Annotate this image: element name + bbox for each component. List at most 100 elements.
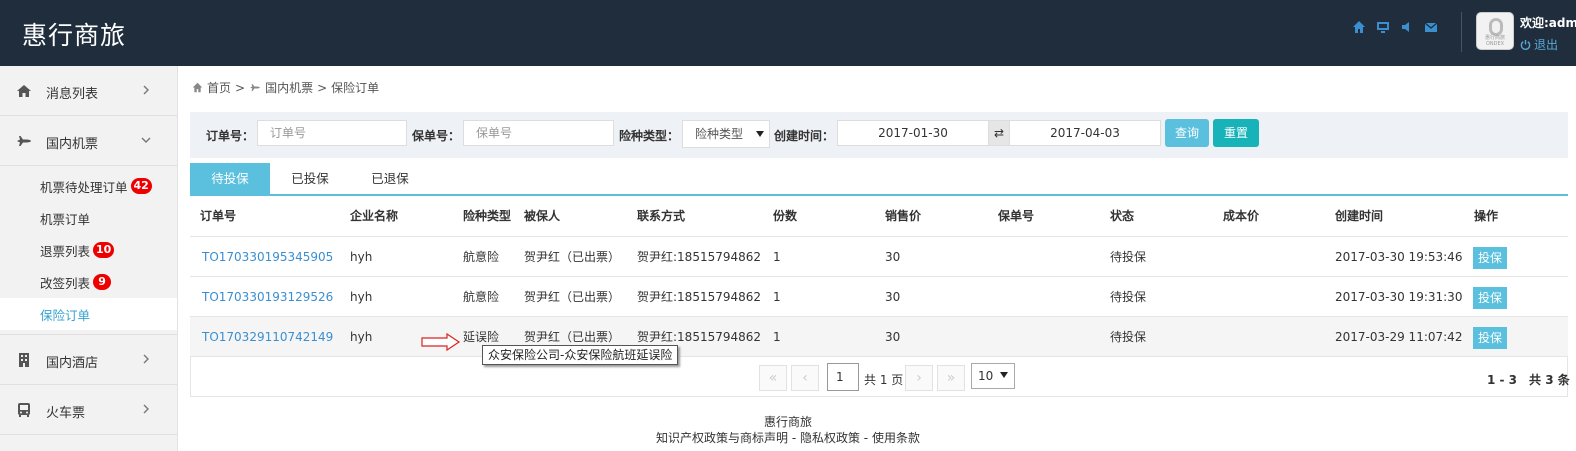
pagination: « ‹ 1 共 1 页 › » 10 1 - 3 共 3 条 bbox=[190, 357, 1570, 397]
sidebar-item-messages[interactable]: 消息列表 bbox=[0, 66, 177, 116]
sidebar-sublist: 机票待处理订单 42 机票订单 退票列表 10 改签列表 9 保险订单 bbox=[0, 166, 177, 335]
last-page-button[interactable]: » bbox=[937, 365, 965, 391]
order-number-input[interactable]: 订单号 bbox=[257, 120, 407, 146]
date-from-input[interactable]: 2017-01-30 bbox=[837, 120, 989, 146]
footer-links[interactable]: 知识产权政策与商标声明 - 隐私权政策 - 使用条款 bbox=[0, 430, 1576, 446]
tab-insured[interactable]: 已投保 bbox=[270, 163, 350, 194]
insured-cell: 贺尹红（已出票） bbox=[524, 290, 621, 304]
date-to-input[interactable]: 2017-04-03 bbox=[1009, 120, 1161, 146]
order-number-link[interactable]: TO170330193129526 bbox=[202, 277, 333, 317]
header-icons bbox=[1352, 20, 1438, 34]
created-cell: 2017-03-30 19:31:30 bbox=[1335, 290, 1463, 304]
subitem-label: 退票列表 bbox=[40, 243, 91, 259]
sidebar: 消息列表 国内机票 机票待处理订单 42 机票订单 退票列表 10 改签列表 9… bbox=[0, 66, 178, 451]
policy-number-input[interactable]: 保单号 bbox=[463, 120, 614, 146]
plane-icon bbox=[250, 84, 260, 91]
page-size-select[interactable]: 10 bbox=[971, 363, 1015, 389]
query-button[interactable]: 查询 bbox=[1165, 119, 1209, 147]
reset-button[interactable]: 重置 bbox=[1213, 119, 1259, 147]
table-row: TO170330193129526 hyh 航意险 贺尹红（已出票） 贺尹红:1… bbox=[190, 277, 1568, 317]
annotation-arrow-icon bbox=[421, 332, 461, 352]
count-badge: 10 bbox=[93, 242, 115, 258]
company-cell: hyh bbox=[350, 250, 373, 264]
prev-page-button[interactable]: ‹ bbox=[791, 365, 819, 391]
created-cell: 2017-03-30 19:53:46 bbox=[1335, 250, 1463, 264]
company-cell: hyh bbox=[350, 330, 373, 344]
sidebar-item-label: 国内酒店 bbox=[46, 356, 99, 371]
insurance-type-cell[interactable]: 航意险 bbox=[463, 237, 499, 277]
next-page-button[interactable]: › bbox=[905, 365, 933, 391]
quantity-cell: 1 bbox=[773, 290, 781, 304]
breadcrumb-home[interactable]: 首页 bbox=[207, 79, 231, 96]
insured-cell: 贺尹红（已出票） bbox=[524, 250, 621, 264]
footer: 惠行商旅 知识产权政策与商标声明 - 隐私权政策 - 使用条款 bbox=[0, 414, 1576, 446]
total-pages: 共 1 页 bbox=[864, 373, 904, 387]
company-cell: hyh bbox=[350, 290, 373, 304]
sidebar-subitem-insurance-orders[interactable]: 保险订单 bbox=[0, 298, 177, 330]
breadcrumb-separator: > bbox=[235, 80, 246, 95]
page-size-value: 10 bbox=[978, 369, 994, 383]
table-header: 订单号 企业名称 险种类型 被保人 联系方式 份数 销售价 保单号 状态 成本价… bbox=[190, 196, 1568, 237]
table-row: TO170329110742149 hyh 延误险 贺尹红（已出票） 贺尹红:1… bbox=[190, 317, 1568, 357]
desktop-icon[interactable] bbox=[1376, 20, 1390, 34]
status-cell: 待投保 bbox=[1110, 250, 1147, 264]
first-page-button[interactable]: « bbox=[759, 365, 787, 391]
sidebar-item-label: 国内机票 bbox=[46, 137, 99, 152]
record-range: 1 - 3 共 3 条 bbox=[1487, 373, 1570, 387]
insure-button[interactable]: 投保 bbox=[1473, 247, 1507, 269]
column-header: 企业名称 bbox=[350, 209, 399, 223]
chevron-down-icon bbox=[141, 137, 151, 143]
sidebar-item-domestic-flights[interactable]: 国内机票 bbox=[0, 116, 177, 166]
order-number-link[interactable]: TO170329110742149 bbox=[202, 317, 333, 357]
sidebar-item-domestic-hotels[interactable]: 国内酒店 bbox=[0, 335, 177, 385]
breadcrumb-current: 保险订单 bbox=[331, 81, 380, 95]
welcome-text: 欢迎:adm bbox=[1520, 16, 1576, 30]
status-tabs: 待投保 已投保 已退保 bbox=[190, 163, 1568, 196]
column-header: 保单号 bbox=[998, 209, 1035, 223]
status-cell: 待投保 bbox=[1110, 330, 1147, 344]
column-header: 成本价 bbox=[1223, 209, 1260, 223]
sidebar-subitem-refunds[interactable]: 退票列表 10 bbox=[0, 234, 177, 266]
volume-icon[interactable] bbox=[1400, 20, 1414, 34]
page-number-input[interactable]: 1 bbox=[827, 363, 859, 391]
column-header: 订单号 bbox=[200, 209, 237, 223]
sidebar-item-label: 消息列表 bbox=[46, 87, 99, 102]
count-badge: 42 bbox=[130, 178, 152, 194]
footer-company: 惠行商旅 bbox=[763, 415, 812, 429]
column-header: 被保人 bbox=[524, 209, 561, 223]
tab-cancelled[interactable]: 已退保 bbox=[350, 163, 430, 194]
column-header: 操作 bbox=[1474, 209, 1499, 223]
price-cell: 30 bbox=[885, 330, 901, 344]
quantity-cell: 1 bbox=[773, 330, 781, 344]
tab-pending[interactable]: 待投保 bbox=[190, 163, 270, 194]
avatar[interactable]: 惠行商旅ONDEX bbox=[1476, 12, 1514, 50]
insure-button[interactable]: 投保 bbox=[1473, 287, 1507, 309]
mail-icon[interactable] bbox=[1424, 20, 1438, 34]
breadcrumb-section[interactable]: 国内机票 bbox=[265, 79, 313, 96]
column-header: 销售价 bbox=[885, 209, 922, 223]
filter-bar: 订单号： 订单号 保单号： 保单号 险种类型： 险种类型 创建时间： 2017-… bbox=[190, 112, 1568, 158]
chevron-right-icon bbox=[143, 354, 149, 364]
price-cell: 30 bbox=[885, 250, 901, 264]
policy-number-label: 保单号： bbox=[412, 129, 461, 143]
subitem-label: 机票待处理订单 bbox=[40, 179, 128, 195]
insurance-type-select[interactable]: 险种类型 bbox=[682, 120, 770, 148]
order-number-label: 订单号： bbox=[206, 129, 255, 143]
insurance-type-label: 险种类型： bbox=[619, 129, 680, 143]
insure-button[interactable]: 投保 bbox=[1473, 327, 1507, 349]
building-icon bbox=[19, 353, 29, 367]
top-header: 惠行商旅 惠行商旅ONDEX 欢迎:adm 退出 bbox=[0, 0, 1576, 66]
contact-cell: 贺尹红:18515794862 bbox=[637, 250, 762, 264]
chevron-right-icon bbox=[143, 85, 149, 95]
logout-link[interactable]: 退出 bbox=[1520, 36, 1558, 53]
sidebar-subitem-pending-orders[interactable]: 机票待处理订单 42 bbox=[0, 170, 177, 202]
column-header: 联系方式 bbox=[637, 209, 686, 223]
sidebar-subitem-changes[interactable]: 改签列表 9 bbox=[0, 266, 177, 298]
brand-logo[interactable]: 惠行商旅 bbox=[22, 16, 126, 52]
order-number-link[interactable]: TO170330195345905 bbox=[202, 237, 333, 277]
subitem-label: 机票订单 bbox=[40, 211, 91, 227]
insurance-type-cell[interactable]: 航意险 bbox=[463, 277, 499, 317]
subitem-label: 改签列表 bbox=[40, 275, 91, 291]
home-icon[interactable] bbox=[1352, 20, 1366, 34]
sidebar-subitem-ticket-orders[interactable]: 机票订单 bbox=[0, 202, 177, 234]
